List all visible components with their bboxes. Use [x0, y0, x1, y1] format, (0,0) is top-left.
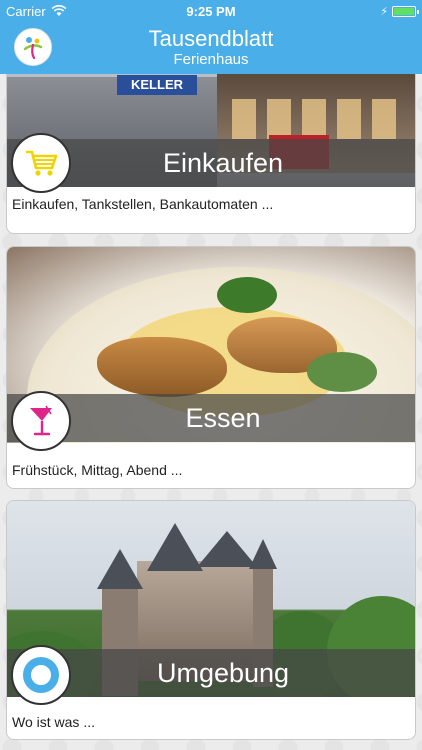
photo-herb: [307, 352, 377, 392]
category-card-einkaufen[interactable]: KELLER Einkaufen Einkaufen, Tankstellen,…: [6, 74, 416, 234]
photo-window: [267, 99, 291, 139]
photo-herb: [217, 277, 277, 313]
photo-window: [232, 99, 256, 139]
app-title: Tausendblatt: [148, 26, 274, 51]
category-title: Umgebung: [156, 657, 290, 688]
photo-castle-roof: [249, 539, 277, 569]
shopping-cart-icon: [26, 150, 58, 176]
charging-bolt-icon: ⚡: [380, 5, 388, 18]
status-right: ⚡: [380, 5, 419, 18]
category-card-essen[interactable]: Essen Frühstück, Mittag, Abend ...: [6, 246, 416, 489]
navigation-bar: Tausendblatt Ferienhaus: [0, 22, 422, 74]
category-title: Essen: [185, 402, 261, 433]
app-subtitle: Ferienhaus: [173, 51, 249, 68]
photo-window: [302, 99, 326, 139]
photo-castle-roof: [97, 549, 143, 589]
status-left: Carrier: [6, 4, 67, 19]
photo-castle-roof: [197, 531, 257, 567]
category-list[interactable]: KELLER Einkaufen Einkaufen, Tankstellen,…: [0, 74, 422, 750]
battery-level: [394, 7, 414, 15]
photo-castle-roof: [147, 523, 203, 571]
cocktail-glass-icon: [30, 405, 52, 436]
category-icon-circle: [11, 133, 71, 193]
location-ring-icon: [23, 657, 59, 693]
carrier-label: Carrier: [6, 3, 46, 19]
category-card-umgebung[interactable]: Umgebung Wo ist was ...: [6, 500, 416, 740]
category-description: Wo ist was ...: [12, 714, 95, 730]
photo-window: [337, 99, 361, 139]
category-icon-circle: [11, 391, 71, 451]
category-title: Einkaufen: [162, 147, 284, 178]
photo-window: [372, 99, 396, 139]
category-icon-circle: [11, 645, 71, 705]
wifi-icon: [51, 5, 67, 16]
battery-icon: [392, 5, 419, 17]
status-bar: Carrier 9:25 PM ⚡: [0, 0, 422, 22]
category-description: Einkaufen, Tankstellen, Bankautomaten ..…: [12, 196, 274, 212]
photo-shop-sign: KELLER: [117, 75, 197, 95]
category-description: Frühstück, Mittag, Abend ...: [12, 462, 183, 478]
